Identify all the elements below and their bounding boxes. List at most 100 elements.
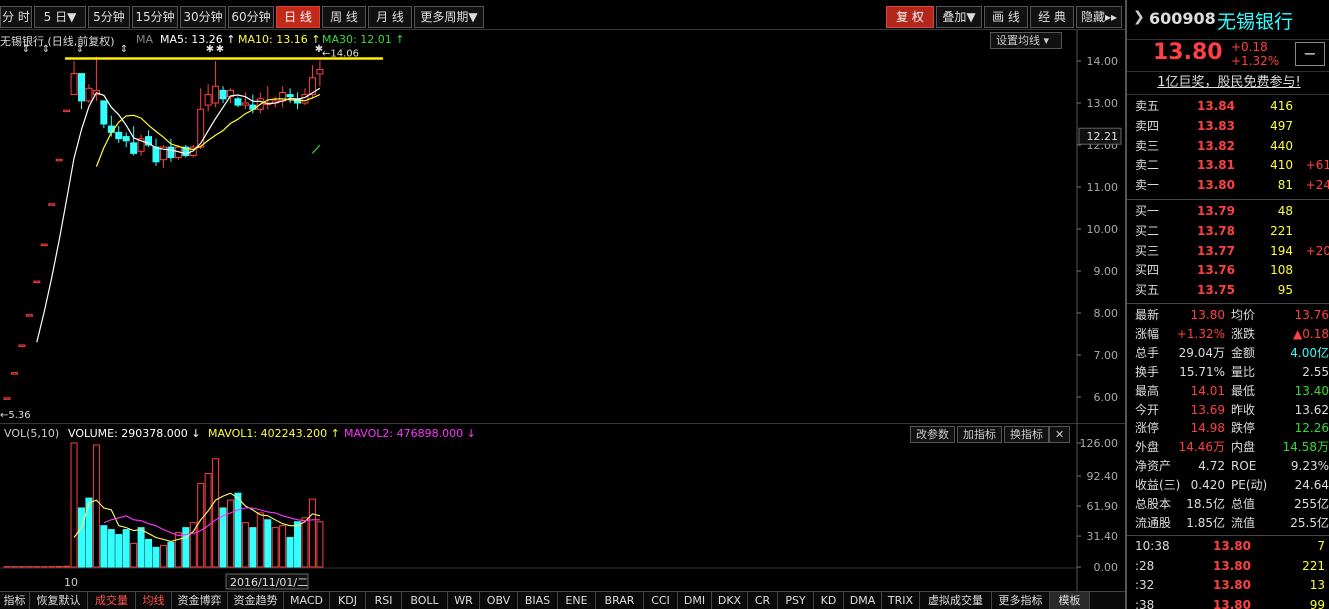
- period-30min-button[interactable]: 30分钟: [180, 6, 226, 28]
- tick-price: 13.80: [1213, 558, 1251, 573]
- volume-chart[interactable]: VOL(5,10) VOLUME: 290378.000 ↓ MAVOL1: 4…: [0, 423, 1125, 591]
- tab-1[interactable]: 恢复默认: [30, 592, 88, 609]
- stat-label: 总手: [1135, 345, 1160, 360]
- order-book-row[interactable]: 买四 13.76 108: [1127, 261, 1329, 280]
- tab-5[interactable]: 资金趋势: [228, 592, 284, 609]
- price-change-pct: +1.32%: [1231, 54, 1280, 68]
- order-book-row[interactable]: 卖四 13.83 497: [1127, 117, 1329, 136]
- order-book-row[interactable]: 买一 13.79 48: [1127, 202, 1329, 221]
- event-marker-icon: ⇕: [42, 44, 50, 55]
- order-price: 13.75: [1197, 283, 1235, 298]
- tab-3[interactable]: 均线: [136, 592, 172, 609]
- more-periods-dropdown[interactable]: 更多周期▼: [414, 6, 484, 28]
- candle: [92, 56, 100, 101]
- period-monthly-button[interactable]: 月 线: [368, 6, 412, 28]
- volume-bar: [286, 536, 294, 568]
- tab-24[interactable]: 更多指标: [992, 592, 1050, 609]
- order-book-row[interactable]: 买三 13.77 194 +20: [1127, 242, 1329, 261]
- remove-watchlist-button[interactable]: −: [1295, 42, 1325, 66]
- order-change: +24: [1305, 178, 1329, 193]
- tab-25[interactable]: 模板: [1050, 592, 1090, 609]
- candle-body: [204, 94, 212, 106]
- tab-10[interactable]: WR: [448, 592, 480, 609]
- candle-body: [212, 85, 220, 104]
- tab-23[interactable]: 虚拟成交量: [920, 592, 992, 609]
- quote-panel: ❯ 600908 无锡银行 13.80 +0.18 +1.32% − 1亿巨奖，…: [1125, 0, 1329, 609]
- stats-row: 最新 13.80 均价 13.76: [1127, 306, 1329, 325]
- order-level-label: 买五: [1135, 283, 1160, 298]
- volume-bar: [152, 546, 160, 568]
- volume-bar: [256, 512, 264, 568]
- order-book-row[interactable]: 卖一 13.80 81 +24: [1127, 176, 1329, 195]
- candle-body: [286, 94, 294, 98]
- period-15min-button[interactable]: 15分钟: [132, 6, 178, 28]
- period-weekly-button[interactable]: 周 线: [322, 6, 366, 28]
- tab-13[interactable]: ENE: [558, 592, 596, 609]
- vol-y-tick-label: 31.40: [1087, 530, 1119, 543]
- expand-arrow-icon[interactable]: ❯: [1133, 9, 1145, 25]
- period-5min-button[interactable]: 5分钟: [88, 6, 130, 28]
- period-60min-button[interactable]: 60分钟: [228, 6, 274, 28]
- stat-value: 14.58万: [1282, 440, 1329, 455]
- tab-18[interactable]: CR: [748, 592, 778, 609]
- volume-bar: [130, 542, 138, 568]
- tab-9[interactable]: BOLL: [402, 592, 448, 609]
- order-volume: 194: [1270, 243, 1293, 258]
- period-minute-button[interactable]: 分 时: [0, 6, 32, 28]
- tab-19[interactable]: PSY: [778, 592, 814, 609]
- stat-value: 13.80: [1190, 308, 1225, 322]
- tab-22[interactable]: TRIX: [882, 592, 920, 609]
- candle-body: [115, 131, 123, 140]
- order-book-row[interactable]: 买五 13.75 95: [1127, 281, 1329, 300]
- period-daily-button[interactable]: 日 线: [276, 6, 320, 28]
- candle: [234, 96, 242, 108]
- volume-bar: [159, 544, 167, 568]
- stats-row: 流通股 1.85亿 流值 25.5亿: [1127, 514, 1329, 533]
- order-book-row[interactable]: 买二 13.78 221: [1127, 222, 1329, 241]
- draw-line-button[interactable]: 画 线: [984, 6, 1028, 28]
- tab-0[interactable]: 指标: [0, 592, 30, 609]
- stat-label: 量比: [1231, 364, 1256, 379]
- tab-11[interactable]: OBV: [480, 592, 518, 609]
- hide-panel-button[interactable]: 隐藏▸▸: [1076, 6, 1122, 28]
- tab-14[interactable]: BRAR: [596, 592, 644, 609]
- overlay-dropdown[interactable]: 叠加▼: [936, 6, 982, 28]
- tab-20[interactable]: KD: [814, 592, 844, 609]
- order-book-row[interactable]: 卖二 13.81 410 +61: [1127, 156, 1329, 175]
- order-book-row[interactable]: 卖五 13.84 416: [1127, 97, 1329, 116]
- tab-6[interactable]: MACD: [284, 592, 330, 609]
- volume-bar: [308, 498, 316, 568]
- candle-body: [55, 158, 63, 162]
- tab-21[interactable]: DMA: [844, 592, 882, 609]
- order-level-label: 买四: [1135, 263, 1160, 278]
- candlestick-chart[interactable]: 无锡银行 (日线,前复权) MA MA5: 13.26 ↑ MA10: 13.1…: [0, 30, 1125, 423]
- stock-name: 无锡银行: [1217, 11, 1294, 33]
- adjust-button[interactable]: 复 权: [886, 6, 934, 28]
- tab-12[interactable]: BIAS: [518, 592, 558, 609]
- order-book-row[interactable]: 卖三 13.82 440: [1127, 137, 1329, 156]
- candle: [100, 100, 108, 129]
- tab-7[interactable]: KDJ: [330, 592, 366, 609]
- promo-banner-link[interactable]: 1亿巨奖，股民免费参与!: [1127, 71, 1329, 95]
- stat-value: 14.98: [1190, 421, 1225, 436]
- x-tick-label: 10: [64, 576, 78, 589]
- candle-body: [241, 102, 249, 106]
- tab-15[interactable]: CCI: [644, 592, 678, 609]
- stat-value: 2.55: [1302, 364, 1329, 379]
- stat-value: 12.26: [1294, 421, 1329, 436]
- order-price: 13.80: [1197, 178, 1235, 193]
- date-label: 2016/11/01/二: [230, 576, 308, 589]
- ma5-line: [36, 87, 321, 343]
- volume-bar: [204, 473, 212, 568]
- classic-button[interactable]: 经 典: [1030, 6, 1074, 28]
- candle-body: [40, 243, 48, 247]
- tab-8[interactable]: RSI: [366, 592, 402, 609]
- volume-plot: 126.00 92.40 61.90 31.40 0.00 10 2016/11/01/二: [0, 423, 1119, 591]
- stat-value: 4.72: [1198, 459, 1225, 474]
- tab-17[interactable]: DKX: [712, 592, 748, 609]
- tab-4[interactable]: 资金博弈: [172, 592, 228, 609]
- tab-16[interactable]: DMI: [678, 592, 712, 609]
- period-5day-button[interactable]: 5 日▼: [34, 6, 86, 28]
- tab-2[interactable]: 成交量: [88, 592, 136, 609]
- candle-body: [122, 136, 130, 142]
